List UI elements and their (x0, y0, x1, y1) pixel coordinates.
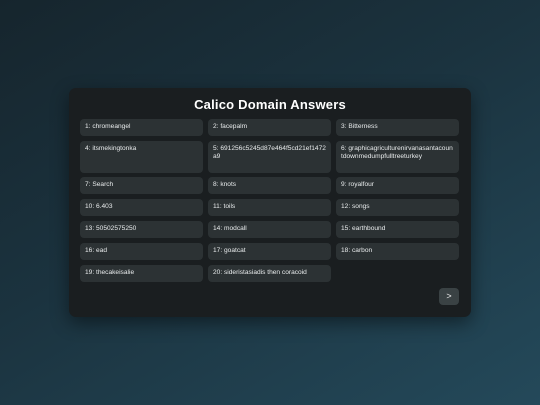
answer-cell-16[interactable]: 16: ead (80, 243, 203, 260)
answers-panel: Calico Domain Answers 1: chromeangel 2: … (69, 88, 471, 317)
answer-cell-11[interactable]: 11: toils (208, 199, 331, 216)
answer-cell-18[interactable]: 18: carbon (336, 243, 459, 260)
answer-cell-2[interactable]: 2: facepalm (208, 119, 331, 136)
answer-cell-1[interactable]: 1: chromeangel (80, 119, 203, 136)
answer-cell-10[interactable]: 10: 6.403 (80, 199, 203, 216)
answer-cell-20[interactable]: 20: sideristasiadis then coracoid (208, 265, 331, 282)
answers-grid: 1: chromeangel 2: facepalm 3: Bitterness… (80, 119, 460, 287)
page-title: Calico Domain Answers (194, 97, 346, 112)
answer-cell-8[interactable]: 8: knots (208, 177, 331, 194)
answer-cell-4[interactable]: 4: itsmekingtonka (80, 141, 203, 173)
answer-cell-9[interactable]: 9: royalfour (336, 177, 459, 194)
answer-cell-14[interactable]: 14: modcall (208, 221, 331, 238)
answer-cell-19[interactable]: 19: thecakeisalie (80, 265, 203, 282)
answer-cell-5[interactable]: 5: 691256c5245d87e464f5cd21ef1472a9 (208, 141, 331, 173)
answer-cell-15[interactable]: 15: earthbound (336, 221, 459, 238)
answer-cell-3[interactable]: 3: Bitterness (336, 119, 459, 136)
answer-cell-6[interactable]: 6: graphicagriculturenirvanasantacountdo… (336, 141, 459, 173)
next-button[interactable]: > (439, 288, 459, 305)
answer-cell-13[interactable]: 13: 50502575250 (80, 221, 203, 238)
answer-cell-12[interactable]: 12: songs (336, 199, 459, 216)
answer-cell-7[interactable]: 7: Search (80, 177, 203, 194)
answer-cell-17[interactable]: 17: goatcat (208, 243, 331, 260)
